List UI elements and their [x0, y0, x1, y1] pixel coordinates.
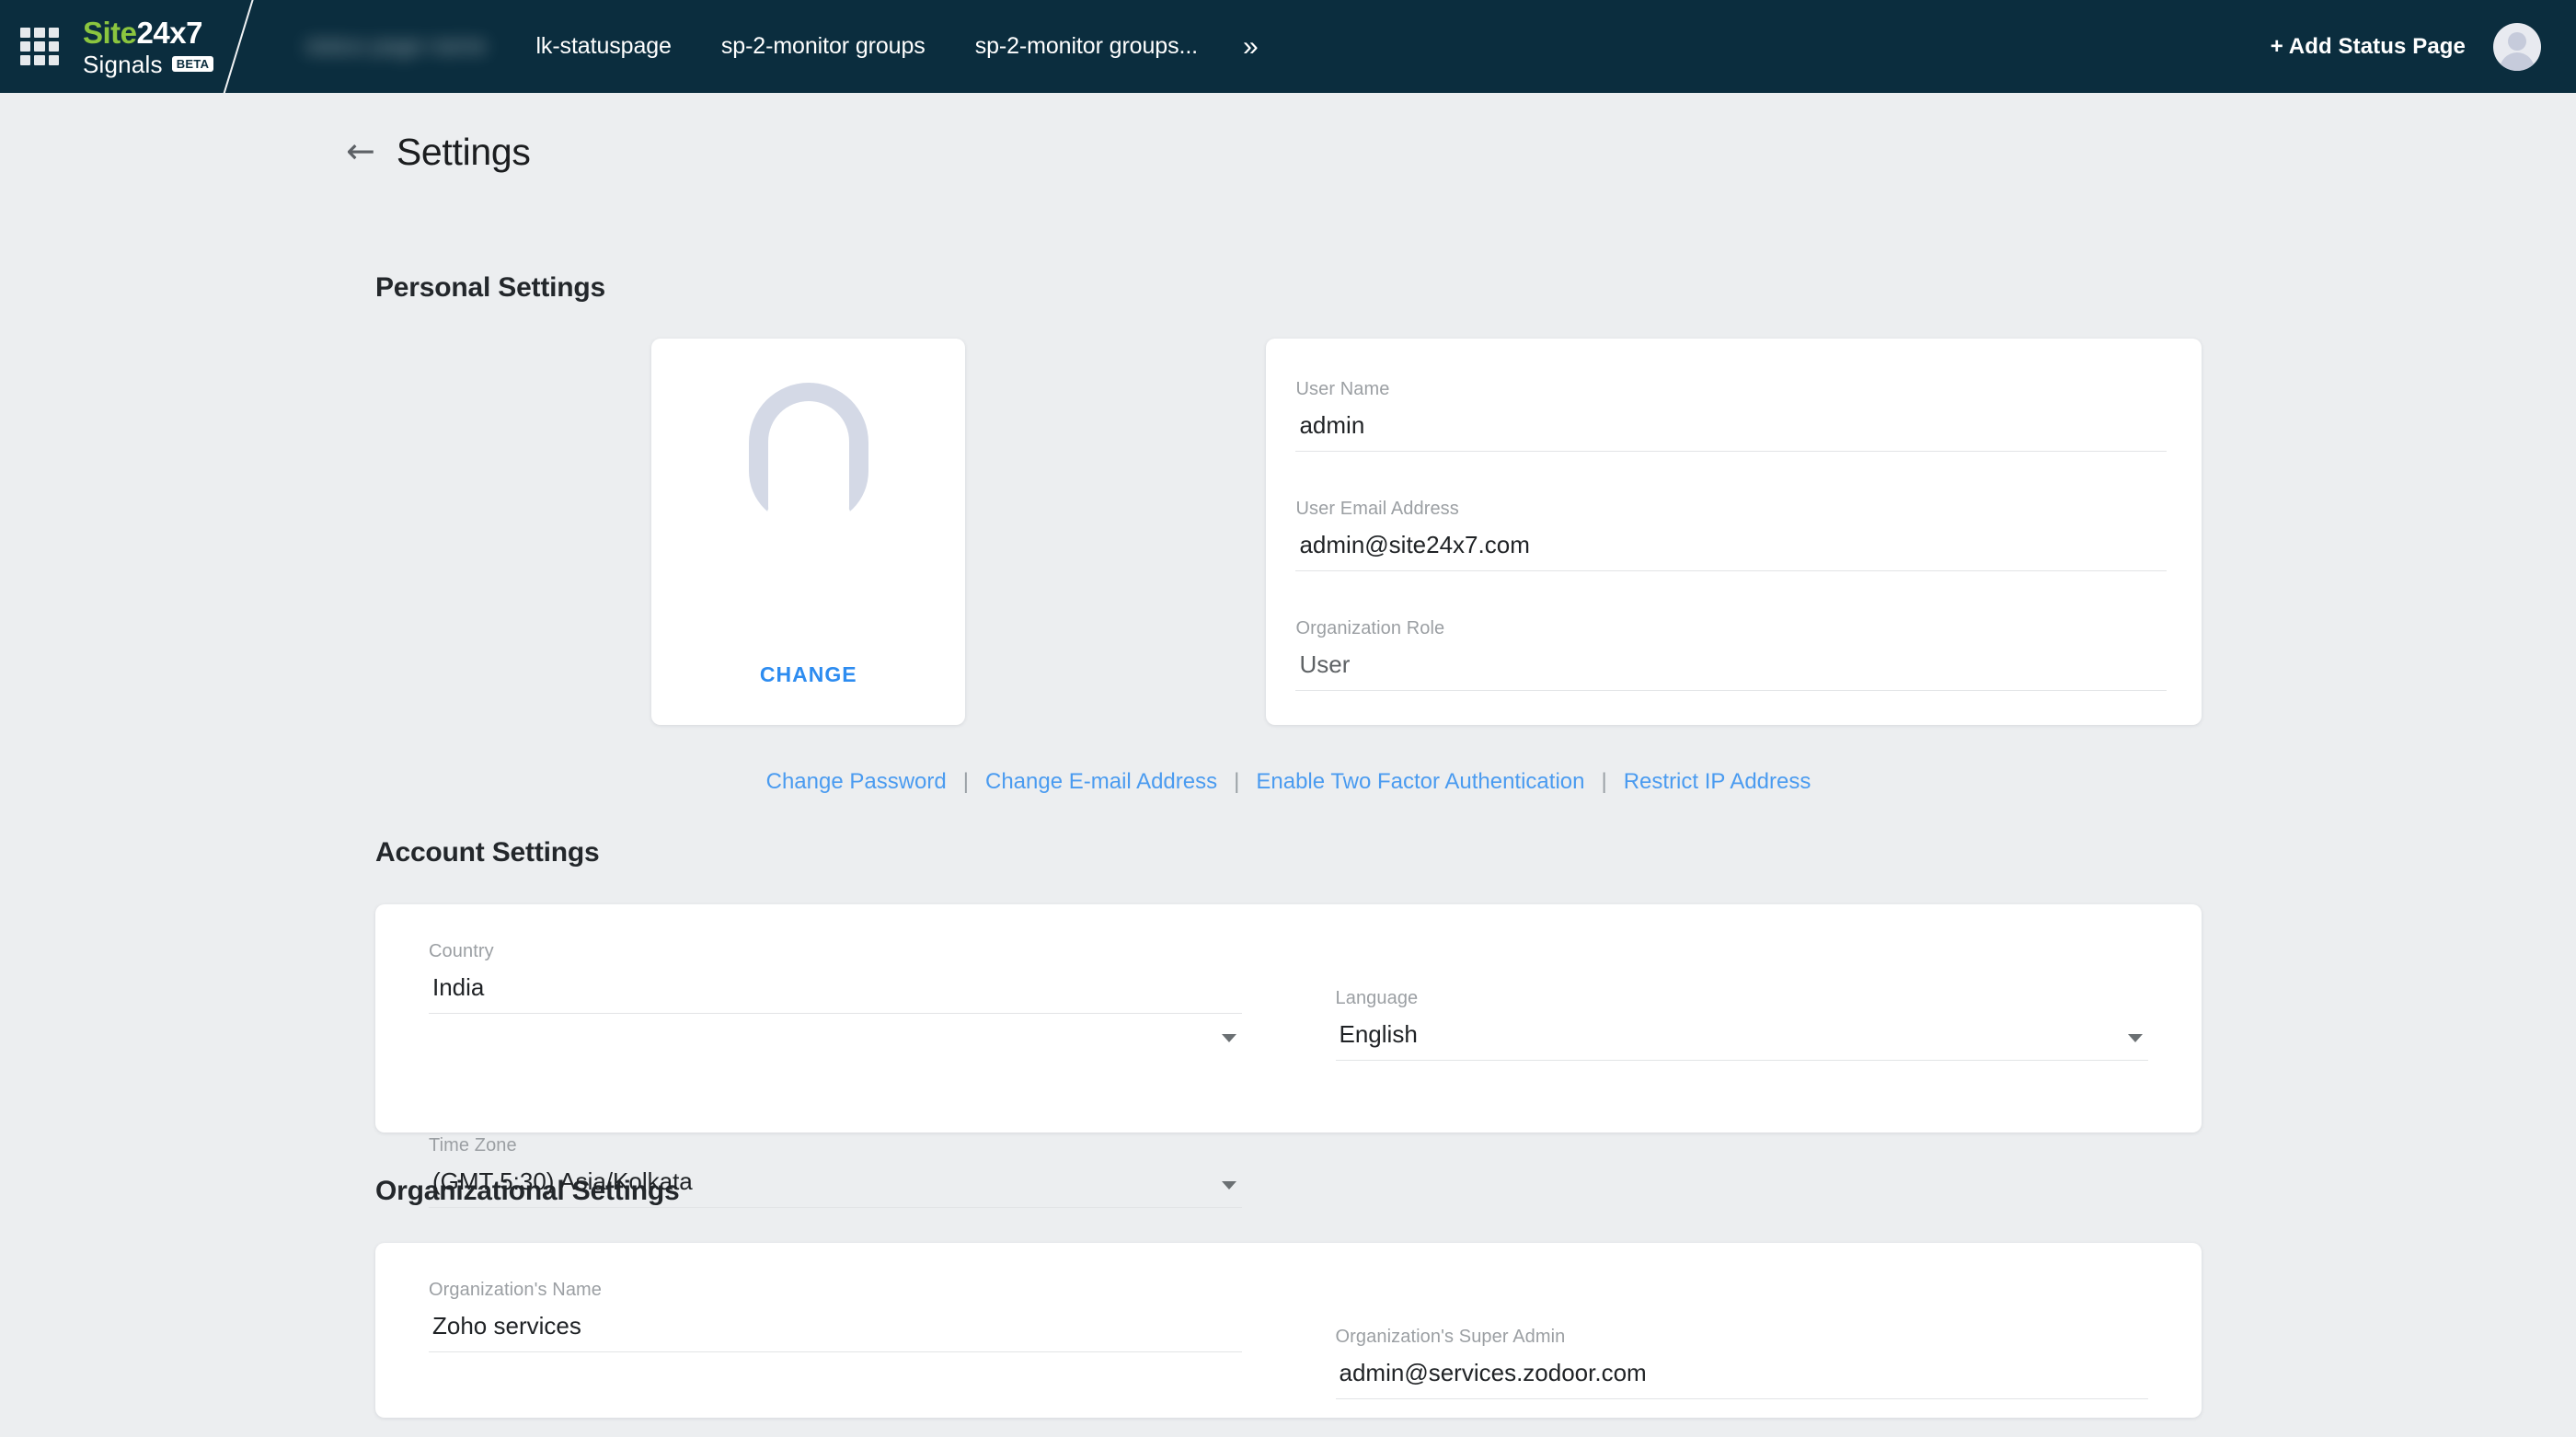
avatar-body-shape	[2500, 52, 2535, 71]
account-settings-card: Country India Language English Time Zone…	[375, 904, 2202, 1132]
avatar-head-shape	[2508, 32, 2526, 51]
user-name-label: User Name	[1295, 379, 2167, 400]
user-email-input[interactable]: admin@site24x7.com	[1295, 531, 2167, 571]
enable-two-factor-authentication-link[interactable]: Enable Two Factor Authentication	[1239, 769, 1601, 795]
chevron-down-icon[interactable]	[1222, 1181, 1236, 1190]
beta-badge: BETA	[172, 56, 214, 72]
account-settings-heading: Account Settings	[375, 837, 2202, 868]
organization-super-admin-value: admin@services.zodoor.com	[1336, 1359, 2149, 1399]
organization-name-field: Organization's Name Zoho services	[429, 1280, 1242, 1418]
personal-fields-card: User Name admin User Email Address admin…	[1266, 339, 2202, 725]
profile-photo-card: CHANGE	[651, 339, 965, 725]
chevron-down-icon[interactable]	[1222, 1034, 1236, 1042]
organization-name-input[interactable]: Zoho services	[429, 1312, 1242, 1352]
back-arrow-icon[interactable]: ←	[346, 133, 375, 168]
time-zone-select[interactable]: (GMT 5:30) Asia/Kolkata	[429, 1167, 1242, 1208]
organization-super-admin-field: Organization's Super Admin admin@service…	[1336, 1327, 2149, 1418]
brand-logo[interactable]: Site24x7 Signals BETA	[83, 17, 213, 76]
organization-role-label: Organization Role	[1295, 618, 2167, 639]
user-avatar-icon[interactable]	[2493, 23, 2541, 71]
grid-dot	[20, 41, 30, 52]
brand-name: Site24x7	[83, 17, 213, 48]
nav-left-group: Site24x7 Signals BETA	[0, 0, 213, 93]
country-label: Country	[429, 941, 1242, 962]
time-zone-label: Time Zone	[429, 1135, 1242, 1156]
restrict-ip-address-link[interactable]: Restrict IP Address	[1607, 769, 1828, 795]
status-page-tab-redacted[interactable]: status page name	[280, 33, 511, 60]
nav-divider	[216, 0, 261, 93]
account-action-links: Change Password | Change E-mail Address …	[375, 769, 2202, 795]
grid-dot	[20, 55, 30, 65]
organization-role-field: Organization Role User	[1295, 618, 2167, 691]
change-email-address-link[interactable]: Change E-mail Address	[969, 769, 1234, 795]
language-label: Language	[1336, 988, 2149, 1009]
personal-settings-heading: Personal Settings	[375, 272, 2202, 304]
brand-product-text: Signals	[83, 52, 163, 76]
brand-subrow: Signals BETA	[83, 52, 213, 76]
user-name-field: User Name admin	[1295, 379, 2167, 452]
grid-dot	[34, 55, 44, 65]
change-photo-button[interactable]: CHANGE	[760, 662, 857, 687]
grid-dot	[49, 41, 59, 52]
brand-site-text: Site	[83, 16, 137, 50]
personal-settings-row: CHANGE User Name admin User Email Addres…	[375, 339, 2202, 725]
status-page-tabs: status page name lk-statuspage sp-2-moni…	[280, 0, 2270, 93]
change-password-link[interactable]: Change Password	[750, 769, 963, 795]
grid-dot	[49, 55, 59, 65]
user-email-label: User Email Address	[1295, 499, 2167, 520]
top-navigation-bar: Site24x7 Signals BETA status page name l…	[0, 0, 2576, 93]
organization-super-admin-label: Organization's Super Admin	[1336, 1327, 2149, 1348]
grid-dot	[34, 28, 44, 38]
language-select[interactable]: English	[1336, 1020, 2149, 1061]
status-page-tab-sp-2-monitor-groups-truncated[interactable]: sp-2-monitor groups...	[950, 33, 1223, 60]
status-page-tab-lk-statuspage[interactable]: lk-statuspage	[511, 33, 696, 60]
user-email-field: User Email Address admin@site24x7.com	[1295, 499, 2167, 571]
avatar-neck-shape	[766, 499, 851, 554]
language-field: Language English	[1336, 988, 2149, 1061]
brand-24x7-text: 24x7	[137, 16, 202, 50]
page-body: ← Settings Personal Settings CHANGE User…	[0, 93, 2576, 1437]
organization-role-value: User	[1295, 650, 2167, 691]
organization-name-label: Organization's Name	[429, 1280, 1242, 1301]
status-page-tab-sp-2-monitor-groups[interactable]: sp-2-monitor groups	[696, 33, 950, 60]
grid-dot	[49, 28, 59, 38]
country-field: Country India	[429, 941, 1242, 1061]
country-select[interactable]: India	[429, 973, 1242, 1014]
nav-right-group: + Add Status Page	[2271, 23, 2541, 71]
grid-dot	[20, 28, 30, 38]
settings-content: Personal Settings CHANGE User Name admin…	[0, 272, 2576, 1418]
profile-avatar-placeholder-icon	[704, 379, 914, 554]
user-name-input[interactable]: admin	[1295, 411, 2167, 452]
organizational-settings-card: Organization's Name Zoho services Organi…	[375, 1243, 2202, 1418]
time-zone-field: Time Zone (GMT 5:30) Asia/Kolkata	[429, 1135, 1242, 1208]
add-status-page-button[interactable]: + Add Status Page	[2271, 34, 2466, 60]
more-tabs-chevron-icon[interactable]: »	[1223, 33, 1279, 61]
grid-dot	[34, 41, 44, 52]
chevron-down-icon[interactable]	[2128, 1034, 2143, 1042]
account-empty-cell	[1336, 1088, 2149, 1208]
page-header: ← Settings	[0, 115, 2576, 189]
app-grid-icon[interactable]	[20, 28, 59, 66]
page-title: Settings	[397, 131, 531, 174]
